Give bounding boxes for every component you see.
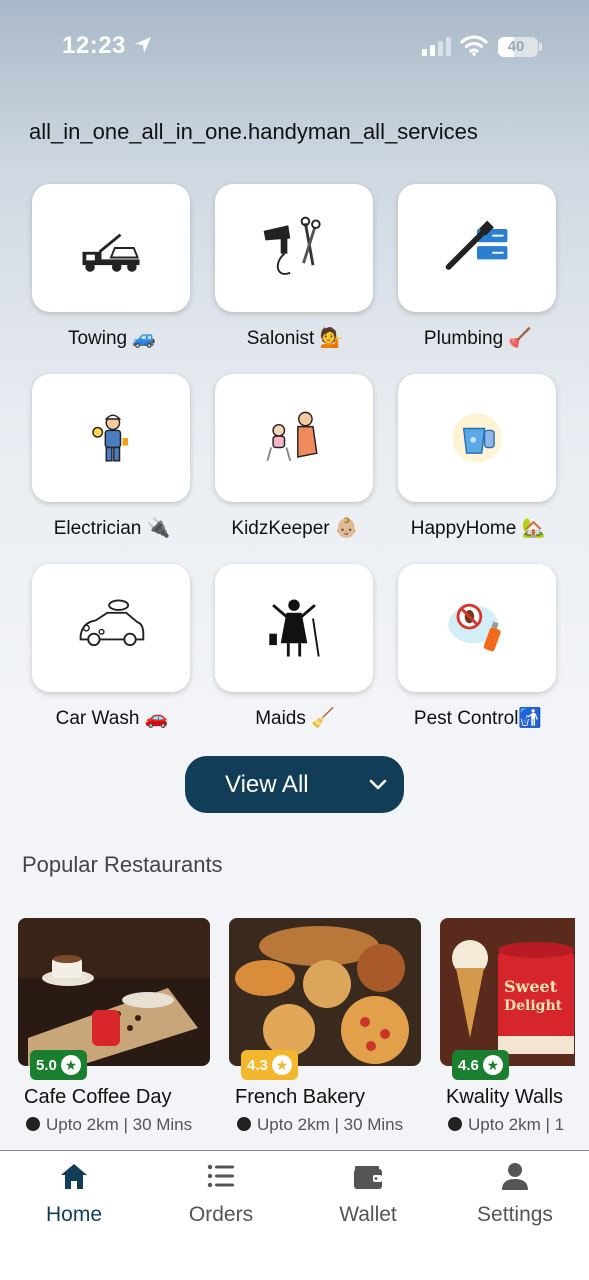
babysitter-icon [266,411,318,462]
rating-badge: 4.6 ★ [452,1050,509,1080]
service-card[interactable] [398,374,556,502]
service-label: Maids 🧹 [255,708,335,729]
service-card[interactable] [215,374,373,502]
service-label: Plumbing 🪠 [423,328,533,349]
battery-icon: 40 [498,37,538,57]
restaurant-meta: Upto 2km | 30 Mins [237,1115,417,1135]
wallet-icon [354,1166,382,1189]
tab-wallet[interactable]: Wallet [298,1161,438,1231]
service-plumbing[interactable]: Plumbing 🪠 [398,184,558,364]
service-salonist[interactable]: Salonist 💁 [215,184,375,364]
bakery-photo [229,918,421,1066]
svg-text:Sweet: Sweet [504,977,558,996]
list-icon [207,1164,234,1188]
service-happyhome[interactable]: HappyHome 🏡 [398,374,558,554]
chevron-down-icon [369,779,387,790]
location-arrow-icon [135,37,151,53]
home-icon [61,1164,87,1189]
status-time: 12:23 [62,32,126,59]
clock-icon [237,1117,251,1131]
service-card[interactable] [215,564,373,692]
cellular-signal-icon [422,37,451,56]
service-label: HappyHome 🏡 [410,518,546,539]
service-car-wash[interactable]: Car Wash 🚗 [32,564,192,744]
tab-settings[interactable]: Settings [445,1161,585,1231]
restaurant-meta-text: Upto 2km | 30 Mins [257,1115,404,1134]
service-kidzkeeper[interactable]: KidzKeeper 👶🏼 [215,374,375,554]
service-label: Pest Control🚮 [413,708,543,729]
electrician-icon [92,414,129,462]
tab-label: Home [45,1203,103,1226]
service-card[interactable] [398,184,556,312]
coffee-photo [18,918,210,1066]
car-wash-icon [79,599,145,647]
star-icon: ★ [482,1055,503,1075]
maid-icon [269,599,320,657]
view-all-button[interactable]: View All [185,756,404,813]
service-electrician[interactable]: Electrician 🔌 [32,374,192,554]
restaurant-meta: Upto 2km | 30 Mins [26,1115,206,1135]
service-label: KidzKeeper 👶🏼 [231,518,359,539]
bottom-tab-bar: Home Orders Wallet Settings [0,1150,589,1280]
restaurant-image [18,918,210,1066]
tab-orders[interactable]: Orders [151,1161,291,1231]
restaurant-meta: Upto 2km | 1 [448,1115,575,1135]
cleaning-bucket-icon [452,413,502,463]
service-maids[interactable]: Maids 🧹 [215,564,375,744]
svg-text:Delight: Delight [504,998,563,1014]
service-card[interactable] [32,184,190,312]
person-icon [502,1163,528,1190]
star-icon: ★ [271,1055,292,1075]
status-bar: 12:23 40 [0,0,589,95]
hair-dryer-icon [263,216,321,275]
ice-cream-photo: Sweet Delight [440,918,575,1066]
restaurant-name: Cafe Coffee Day [24,1086,172,1108]
restaurant-card-kwality-walls[interactable]: Sweet Delight 4.6 ★ Kwality Walls Upto 2… [440,918,575,1148]
restaurant-image: Sweet Delight [440,918,575,1066]
restaurant-name: French Bakery [235,1086,366,1108]
service-card[interactable] [32,374,190,502]
service-towing[interactable]: Towing 🚙 [32,184,192,364]
view-all-label: View All [225,771,309,798]
tab-label: Orders [188,1203,254,1226]
service-card[interactable] [398,564,556,692]
restaurant-card-cafe-coffee-day[interactable]: 5.0 ★ Cafe Coffee Day Upto 2km | 30 Mins [18,918,210,1148]
restaurant-name: Kwality Walls [446,1086,564,1108]
tab-home[interactable]: Home [4,1161,144,1231]
service-label: Salonist 💁 [246,328,344,349]
rating-badge: 5.0 ★ [30,1050,87,1080]
restaurant-image [229,918,421,1066]
restaurants-carousel[interactable]: 5.0 ★ Cafe Coffee Day Upto 2km | 30 Mins… [0,918,575,1148]
clock-icon [448,1117,462,1131]
service-card[interactable] [215,184,373,312]
rating-value: 4.6 [458,1056,479,1074]
restaurant-meta-text: Upto 2km | 30 Mins [46,1115,193,1134]
service-label: Car Wash 🚗 [55,708,169,729]
tab-label: Wallet [339,1203,397,1226]
restaurant-meta-text: Upto 2km | 1 [468,1115,565,1134]
wifi-icon [460,35,488,56]
star-icon: ★ [60,1055,81,1075]
popular-restaurants-title: Popular Restaurants [22,852,223,877]
restaurant-card-french-bakery[interactable]: 4.3 ★ French Bakery Upto 2km | 30 Mins [229,918,421,1148]
app-title: all_in_one_all_in_one.handyman_all_servi… [29,119,478,144]
wrench-pipe-icon [445,220,508,270]
service-card[interactable] [32,564,190,692]
pest-spray-icon [448,603,501,652]
clock-icon [26,1117,40,1131]
battery-percentage: 40 [507,38,525,55]
tow-truck-icon [82,233,140,272]
rating-value: 4.3 [247,1056,268,1074]
service-label: Towing 🚙 [67,328,157,349]
service-pest-control[interactable]: Pest Control🚮 [398,564,558,744]
battery-cap [539,43,542,51]
rating-badge: 4.3 ★ [241,1050,298,1080]
service-label: Electrician 🔌 [53,518,171,539]
tab-label: Settings [477,1203,553,1226]
rating-value: 5.0 [36,1056,57,1074]
